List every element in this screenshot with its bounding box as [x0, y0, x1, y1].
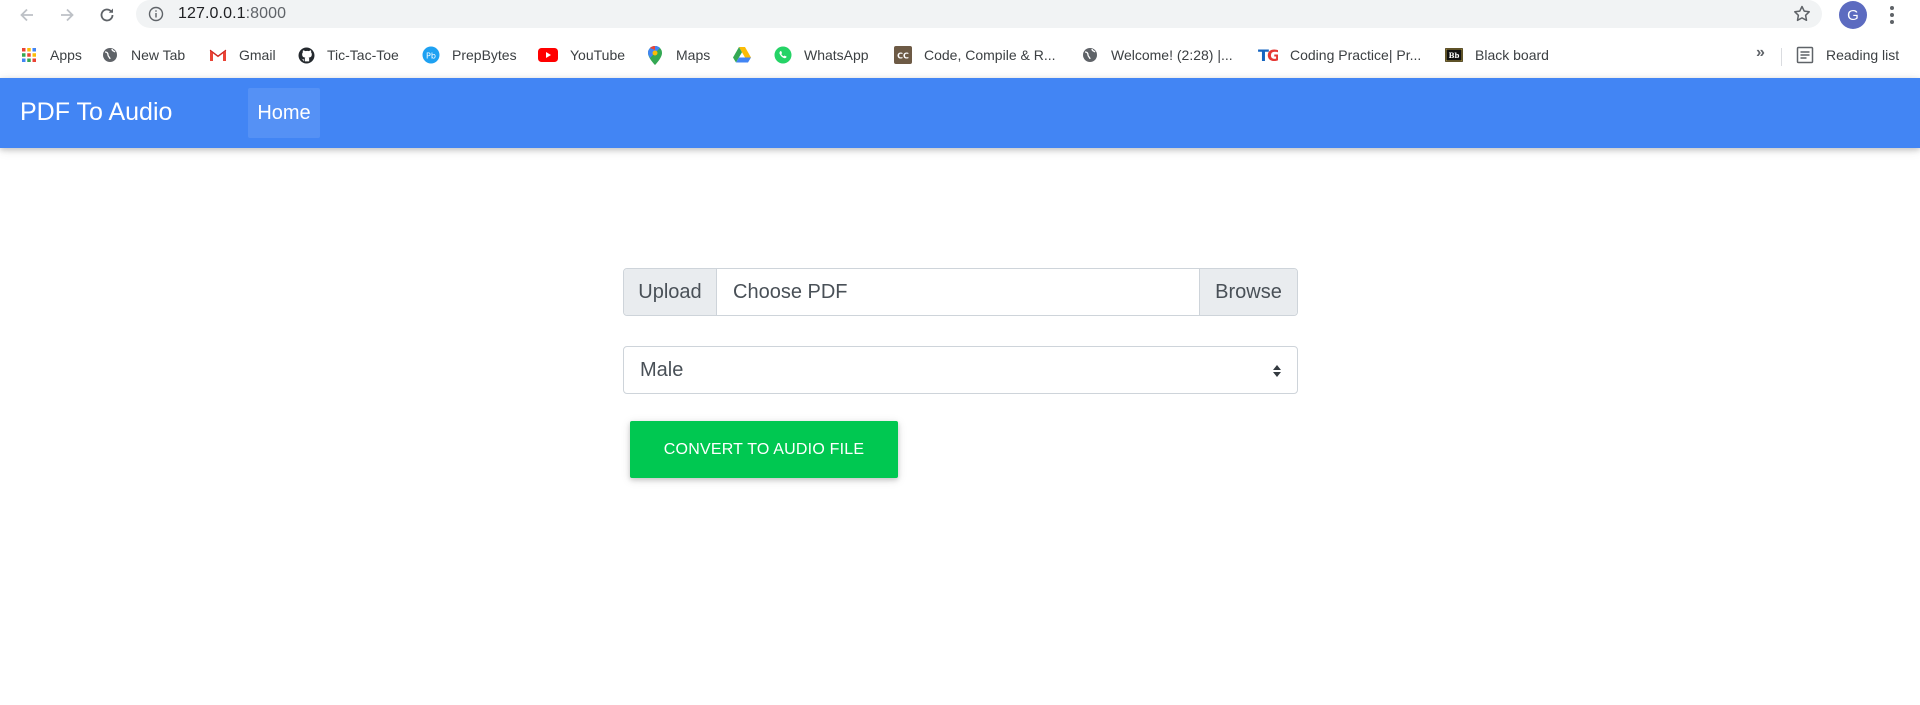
maps-pin-icon: [646, 45, 664, 65]
bookmark-coding-practice[interactable]: TG Coding Practice| Pr...: [1258, 44, 1421, 66]
bookmark-prepbytes[interactable]: Pb PrepBytes: [422, 44, 517, 66]
blackboard-icon: Bb: [1445, 46, 1463, 64]
bookmark-apps[interactable]: Apps: [20, 44, 82, 66]
reload-icon: [100, 8, 114, 22]
forward-arrow-icon: [61, 8, 74, 22]
bookmark-black-board[interactable]: Bb Black board: [1445, 44, 1549, 66]
bookmark-whatsapp[interactable]: WhatsApp: [774, 44, 869, 66]
bookmark-tic-tac-toe[interactable]: Tic-Tac-Toe: [297, 44, 399, 66]
back-arrow-icon: [20, 8, 33, 22]
google-drive-icon: [733, 46, 751, 64]
globe-icon: [1081, 46, 1099, 64]
bookmark-code-compile[interactable]: CC Code, Compile & R...: [894, 44, 1056, 66]
github-icon: [297, 46, 315, 64]
browser-menu-icon[interactable]: [1882, 3, 1902, 27]
reload-button[interactable]: [95, 3, 119, 27]
svg-text:Pb: Pb: [426, 52, 436, 61]
bookmark-star-icon[interactable]: [1792, 4, 1812, 24]
bookmark-maps[interactable]: Maps: [646, 44, 710, 66]
convert-to-audio-button[interactable]: CONVERT TO AUDIO FILE: [630, 421, 898, 478]
upload-label: Upload: [624, 269, 717, 315]
tg-icon: TG: [1258, 46, 1278, 64]
apps-grid-icon: [20, 46, 38, 64]
reading-list-button[interactable]: Reading list: [1796, 44, 1899, 66]
url-text: 127.0.0.1:8000: [178, 5, 287, 22]
address-bar[interactable]: 127.0.0.1:8000: [136, 0, 1822, 28]
forward-button[interactable]: [55, 3, 79, 27]
info-icon: [148, 6, 164, 22]
nav-home-link[interactable]: Home: [248, 88, 320, 138]
more-bookmarks-button[interactable]: »: [1756, 44, 1765, 62]
bookmark-google-drive[interactable]: [733, 44, 763, 66]
voice-select-value: Male: [640, 358, 684, 381]
bookmarks-bar: Apps New Tab Gmail Tic-Tac-Toe Pb PrepBy…: [0, 38, 1920, 72]
profile-avatar[interactable]: G: [1839, 1, 1867, 29]
svg-text:G: G: [1267, 46, 1278, 64]
bookmark-gmail[interactable]: Gmail: [209, 44, 276, 66]
svg-text:Bb: Bb: [1449, 51, 1460, 60]
gmail-icon: [209, 46, 227, 64]
brand-title[interactable]: PDF To Audio: [20, 98, 172, 127]
browser-toolbar: 127.0.0.1:8000 G: [0, 0, 1920, 30]
bookmark-youtube[interactable]: YouTube: [538, 44, 625, 66]
svg-text:CC: CC: [897, 52, 909, 61]
globe-icon: [101, 46, 119, 64]
browse-button[interactable]: Browse: [1199, 269, 1297, 315]
reading-list-icon: [1796, 46, 1814, 64]
bookmark-welcome[interactable]: Welcome! (2:28) |...: [1081, 44, 1233, 66]
select-arrows-icon: [1273, 365, 1281, 377]
back-button[interactable]: [15, 3, 39, 27]
youtube-icon: [538, 46, 558, 64]
whatsapp-icon: [774, 46, 792, 64]
prepbytes-icon: Pb: [422, 46, 440, 64]
cc-icon: CC: [894, 46, 912, 64]
bookmarks-divider: [1781, 48, 1782, 66]
pdf-upload-group: Upload Choose PDF Browse: [623, 268, 1298, 316]
voice-select[interactable]: Male: [623, 346, 1298, 394]
bookmark-new-tab[interactable]: New Tab: [101, 44, 185, 66]
pdf-file-input[interactable]: Choose PDF: [717, 269, 1199, 315]
app-navbar: PDF To Audio Home: [0, 78, 1920, 148]
